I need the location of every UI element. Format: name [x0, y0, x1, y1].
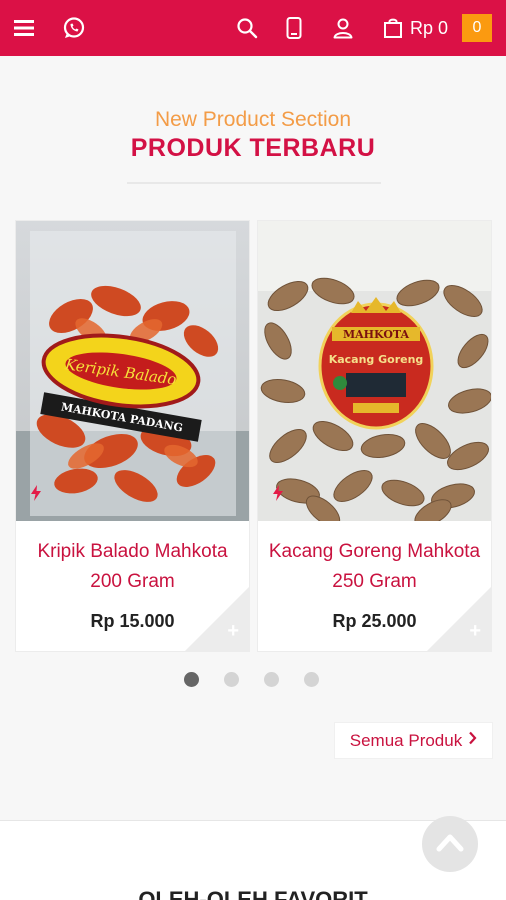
plus-icon[interactable]: +	[227, 620, 239, 643]
plus-icon[interactable]: +	[469, 620, 481, 643]
top-nav-bar: Rp 0 0	[0, 0, 506, 56]
flash-sale-icon	[272, 485, 284, 506]
section-subtitle: New Product Section	[154, 108, 352, 131]
product-card[interactable]: MAHKOTA Kacang Goreng Kacang Goreng Mahk…	[257, 220, 492, 652]
favorite-section-title: OLEH-OLEH FAVORIT	[138, 887, 368, 900]
chevron-right-icon	[468, 731, 477, 750]
search-icon[interactable]	[234, 0, 260, 56]
menu-icon[interactable]	[10, 0, 38, 56]
phone-icon[interactable]	[282, 0, 306, 56]
product-card[interactable]: Keripik Balado MAHKOTA PADANG Kripik Bal…	[15, 220, 250, 652]
carousel-dot-1[interactable]	[184, 672, 199, 687]
shopping-bag-icon[interactable]	[382, 0, 404, 56]
product-image[interactable]: MAHKOTA Kacang Goreng	[258, 221, 491, 521]
whatsapp-icon[interactable]	[60, 0, 88, 56]
cart-total[interactable]: Rp 0	[410, 0, 448, 56]
product-image[interactable]: Keripik Balado MAHKOTA PADANG	[16, 221, 249, 521]
carousel-dot-4[interactable]	[304, 672, 319, 687]
carousel-dot-3[interactable]	[264, 672, 279, 687]
cart-count-badge[interactable]: 0	[462, 14, 492, 42]
add-to-cart-corner[interactable]	[185, 587, 249, 651]
package-label-text: Kacang Goreng	[329, 353, 424, 366]
all-products-button[interactable]: Semua Produk	[334, 722, 493, 759]
flash-sale-icon	[30, 485, 42, 506]
scroll-to-top-button[interactable]	[422, 816, 478, 872]
section-title: PRODUK TERBARU	[130, 134, 376, 162]
all-products-label: Semua Produk	[349, 730, 463, 750]
user-icon[interactable]	[330, 0, 356, 56]
carousel-dot-2[interactable]	[224, 672, 239, 687]
chevron-up-icon	[435, 831, 465, 858]
section-divider	[127, 182, 381, 184]
package-label-text: MAHKOTA	[343, 328, 410, 341]
carousel-pagination	[184, 672, 319, 687]
add-to-cart-corner[interactable]	[427, 587, 491, 651]
